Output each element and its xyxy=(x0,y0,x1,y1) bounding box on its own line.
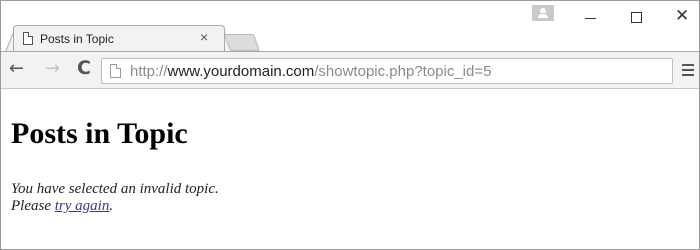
try-again-link[interactable]: try again xyxy=(55,198,110,214)
address-url[interactable]: http://www.yourdomain.com/showtopic.php?… xyxy=(130,63,491,80)
url-host: www.yourdomain.com xyxy=(167,63,315,80)
message-line-1: You have selected an invalid topic. xyxy=(11,181,219,197)
address-bar[interactable]: http://www.yourdomain.com/showtopic.php?… xyxy=(101,58,673,84)
url-path: /showtopic.php?topic_id=5 xyxy=(314,63,492,80)
page-icon xyxy=(110,64,121,78)
tab-close-icon[interactable]: × xyxy=(200,30,208,44)
error-message: You have selected an invalid topic. Plea… xyxy=(11,181,219,215)
page-title: Posts in Topic xyxy=(11,117,188,150)
page-content: Posts in Topic You have selected an inva… xyxy=(11,89,691,249)
message-line-2-prefix: Please xyxy=(11,198,55,214)
tab-title: Posts in Topic xyxy=(40,32,114,46)
back-arrow-icon[interactable]: ← xyxy=(9,59,24,79)
new-tab-button[interactable] xyxy=(223,34,261,51)
reload-icon[interactable]: C xyxy=(77,58,91,78)
url-scheme: http:// xyxy=(130,63,168,80)
maximize-icon[interactable] xyxy=(631,12,642,23)
window-close-icon[interactable]: ✕ xyxy=(675,7,689,24)
title-bar: Posts in Topic × ✕ xyxy=(1,1,699,52)
hamburger-menu-icon[interactable] xyxy=(682,64,694,76)
browser-window: Posts in Topic × ✕ ← → C http://www.your… xyxy=(0,0,700,250)
message-line-2-suffix: . xyxy=(109,198,114,214)
toolbar: ← → C http://www.yourdomain.com/showtopi… xyxy=(1,51,699,89)
page-icon xyxy=(23,32,33,45)
forward-arrow-icon[interactable]: → xyxy=(45,59,60,79)
user-profile-icon[interactable] xyxy=(532,5,554,21)
minimize-icon[interactable] xyxy=(585,18,596,19)
